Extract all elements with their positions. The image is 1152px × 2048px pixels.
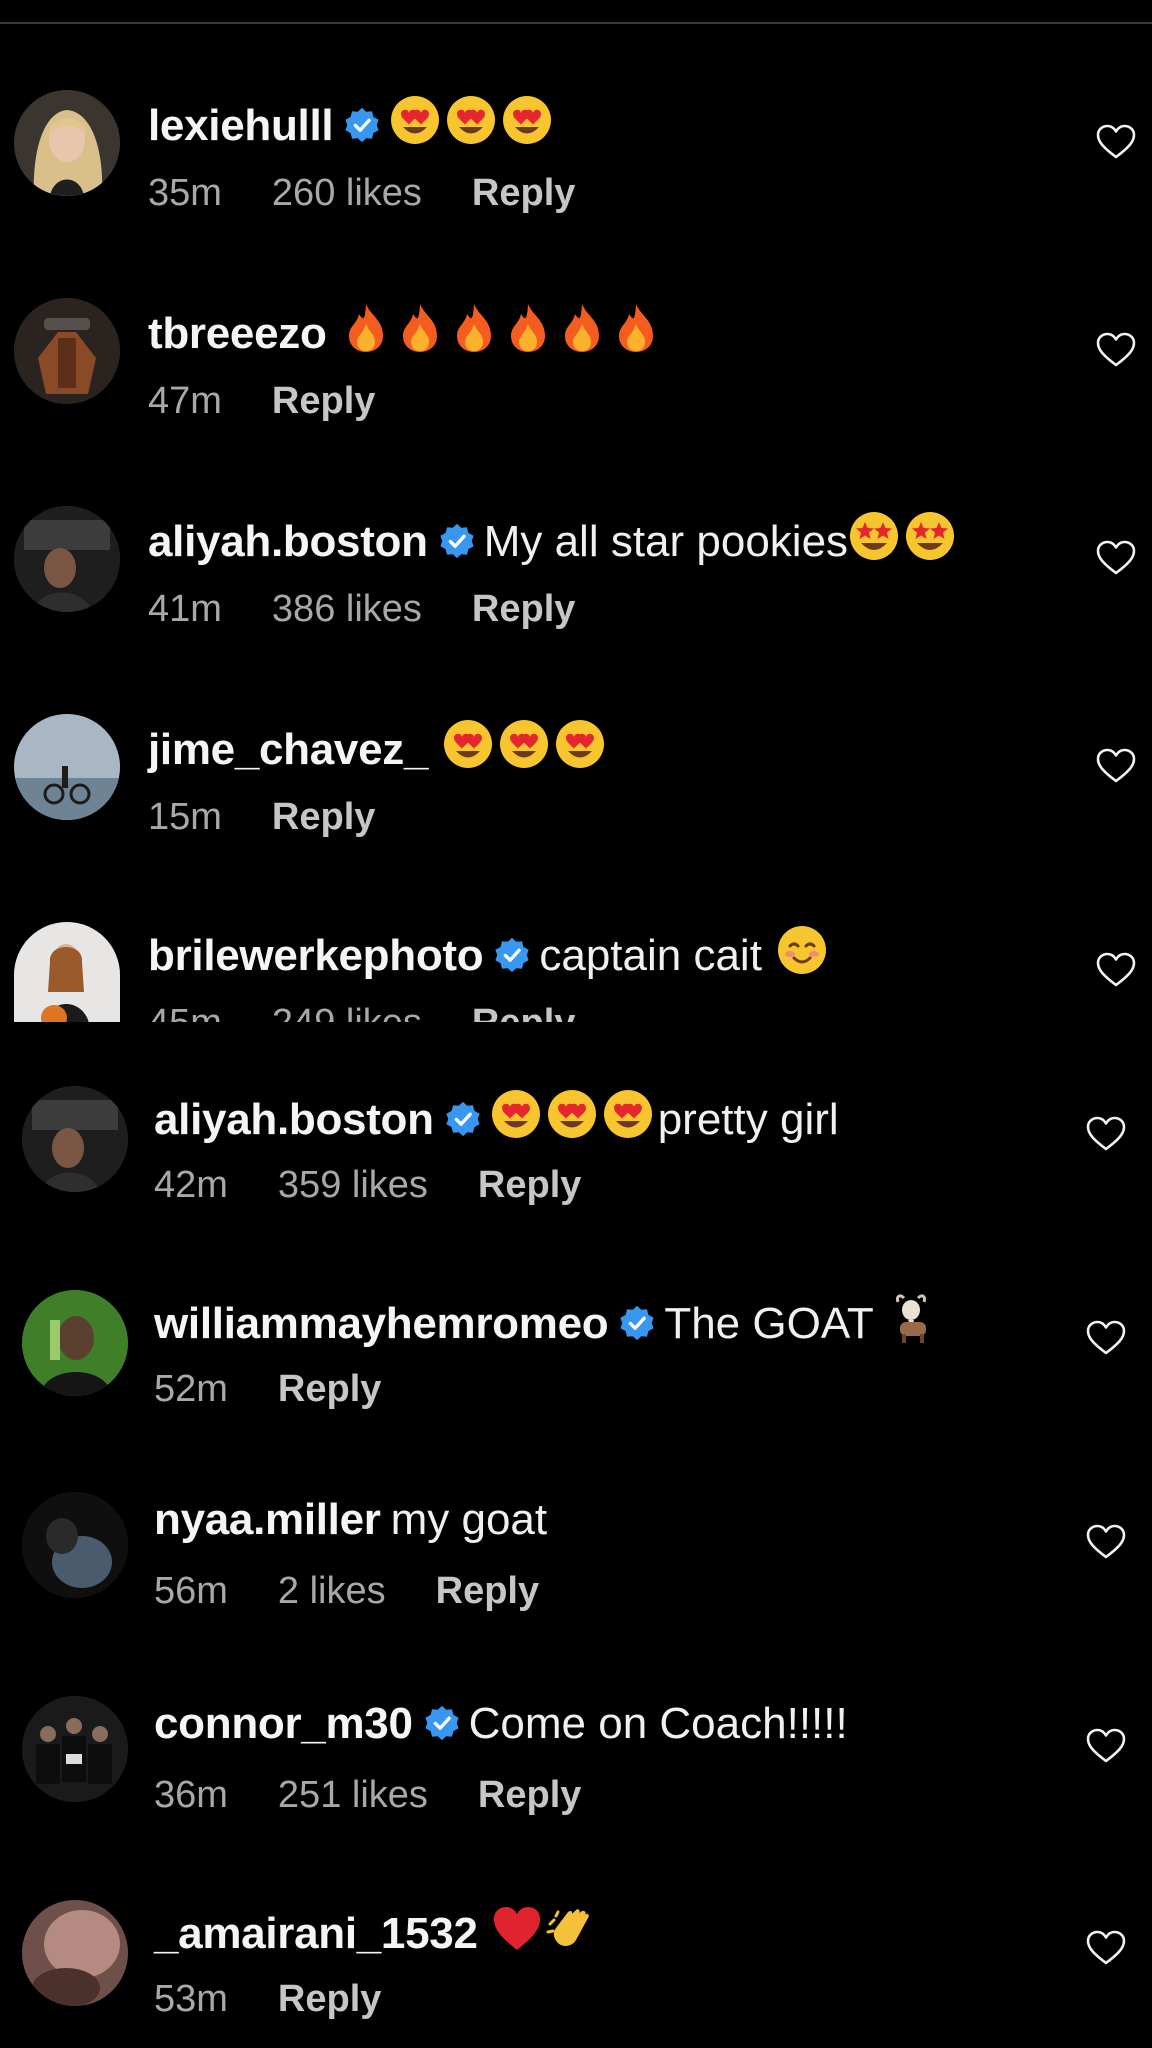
like-heart-icon[interactable] [1086, 1320, 1126, 1356]
comment-likes[interactable]: 2 likes [278, 1570, 386, 1612]
verified-badge-icon [620, 1305, 654, 1341]
avatar[interactable] [22, 1900, 128, 2006]
avatar[interactable] [14, 298, 120, 404]
like-heart-icon[interactable] [1096, 748, 1136, 784]
comment-text: The GOAT [664, 1299, 874, 1348]
like-heart-icon[interactable] [1096, 952, 1136, 988]
fire-emoji-icon [395, 302, 445, 366]
comment-text: my goat [390, 1495, 548, 1544]
avatar[interactable] [22, 1086, 128, 1192]
reply-button[interactable]: Reply [278, 1978, 381, 2020]
comment-likes[interactable]: 386 likes [272, 588, 422, 630]
verified-badge-icon [440, 523, 474, 559]
heart-eyes-emoji-icon [498, 718, 550, 782]
fire-emoji-icon [503, 302, 553, 366]
like-heart-icon[interactable] [1096, 124, 1136, 160]
heart-eyes-emoji-icon [554, 718, 606, 782]
verified-badge-icon [425, 1705, 459, 1741]
like-heart-icon[interactable] [1086, 1524, 1126, 1560]
comment-time: 56m [154, 1570, 228, 1612]
comment-text: Come on Coach!!!!! [468, 1699, 848, 1748]
reply-button[interactable]: Reply [478, 1164, 581, 1206]
comment-username[interactable]: williammayhemromeo [154, 1299, 609, 1348]
avatar[interactable] [14, 506, 120, 612]
comment-username[interactable]: aliyah.boston [154, 1095, 434, 1144]
avatar[interactable] [22, 1290, 128, 1396]
comment-time: 52m [154, 1368, 228, 1410]
reply-button[interactable]: Reply [278, 1368, 381, 1410]
goat-emoji-icon [890, 1292, 936, 1356]
star-struck-emoji-icon [848, 510, 900, 574]
comment-likes[interactable]: 260 likes [272, 172, 422, 214]
reply-button[interactable]: Reply [472, 172, 575, 214]
comment-text: pretty girl [657, 1095, 839, 1144]
like-heart-icon[interactable] [1086, 1930, 1126, 1966]
avatar[interactable] [22, 1696, 128, 1802]
heart-eyes-emoji-icon [490, 1088, 542, 1152]
like-heart-icon[interactable] [1096, 332, 1136, 368]
comment-username[interactable]: aliyah.boston [148, 517, 428, 566]
comment-time: 53m [154, 1978, 228, 2020]
comment-username[interactable]: jime_chavez_ [148, 725, 428, 774]
comment-time: 47m [148, 380, 222, 422]
comment-time: 15m [148, 796, 222, 838]
clapping-hands-emoji-icon [546, 1902, 596, 1966]
comment-username[interactable]: nyaa.miller [154, 1495, 381, 1544]
reply-button[interactable]: Reply [472, 588, 575, 630]
avatar[interactable] [14, 714, 120, 820]
verified-badge-icon [446, 1101, 480, 1137]
comment-time: 41m [148, 588, 222, 630]
heart-eyes-emoji-icon [546, 1088, 598, 1152]
reply-button[interactable]: Reply [272, 796, 375, 838]
comment-username[interactable]: brilewerkephoto [148, 931, 484, 980]
comment-likes[interactable]: 249 likes [272, 1002, 422, 1022]
heart-eyes-emoji-icon [442, 718, 494, 782]
star-struck-emoji-icon [904, 510, 956, 574]
avatar[interactable] [22, 1492, 128, 1598]
like-heart-icon[interactable] [1086, 1728, 1126, 1764]
verified-badge-icon [495, 937, 529, 973]
avatar[interactable] [14, 922, 120, 1022]
comment-time: 42m [154, 1164, 228, 1206]
heart-eyes-emoji-icon [501, 94, 553, 158]
comment-username[interactable]: _amairani_1532 [154, 1909, 478, 1958]
heart-eyes-emoji-icon [602, 1088, 654, 1152]
comment-likes[interactable]: 359 likes [278, 1164, 428, 1206]
fire-emoji-icon [611, 302, 661, 366]
reply-button[interactable]: Reply [436, 1570, 539, 1612]
avatar[interactable] [14, 90, 120, 196]
comment-time: 35m [148, 172, 222, 214]
top-divider [0, 22, 1152, 24]
red-heart-emoji-icon [492, 1904, 542, 1966]
fire-emoji-icon [557, 302, 607, 366]
comment-text: captain cait [539, 931, 762, 980]
like-heart-icon[interactable] [1086, 1116, 1126, 1152]
fire-emoji-icon [449, 302, 499, 366]
reply-button[interactable]: Reply [478, 1774, 581, 1816]
comment-time: 45m [148, 1002, 222, 1022]
comment-username[interactable]: tbreeezo [148, 309, 327, 358]
comment-username[interactable]: lexiehulll [148, 101, 334, 150]
comment-username[interactable]: connor_m30 [154, 1699, 413, 1748]
comment-likes[interactable]: 251 likes [278, 1774, 428, 1816]
comment-text: My all star pookies [483, 517, 849, 566]
heart-eyes-emoji-icon [445, 94, 497, 158]
like-heart-icon[interactable] [1096, 540, 1136, 576]
smiling-face-emoji-icon [776, 924, 828, 988]
verified-badge-icon [345, 107, 379, 143]
comment-time: 36m [154, 1774, 228, 1816]
reply-button[interactable]: Reply [472, 1002, 575, 1022]
heart-eyes-emoji-icon [389, 94, 441, 158]
reply-button[interactable]: Reply [272, 380, 375, 422]
fire-emoji-icon [341, 302, 391, 366]
